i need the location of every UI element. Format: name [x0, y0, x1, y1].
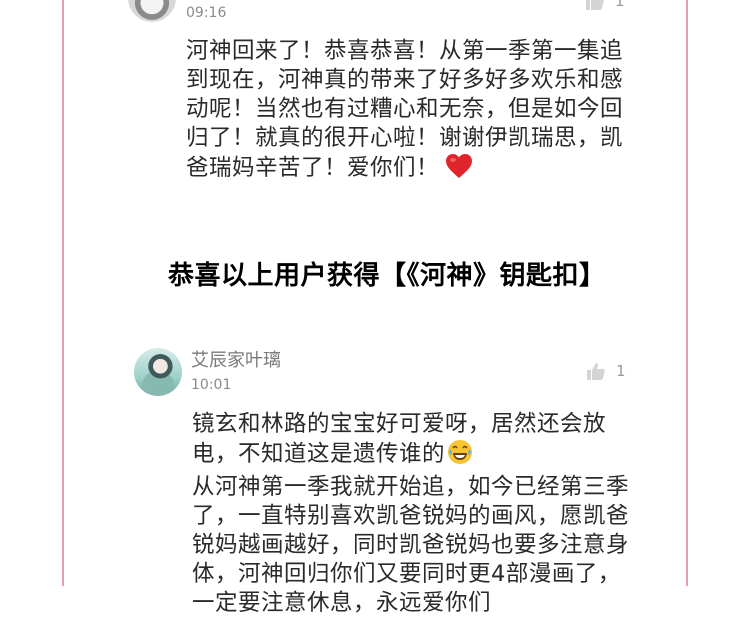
- comment-body-part2: 从河神第一季我就开始追，如今已经第三季了，一直特别喜欢凯爸锐妈的画风，愿凯爸锐妈…: [192, 474, 630, 616]
- avatar[interactable]: [134, 348, 182, 396]
- like-count: 1: [616, 362, 626, 380]
- comment-text: 河神回来了！恭喜恭喜！从第一季第一集追到现在，河神真的带来了好多好多欢乐和感动呢…: [186, 37, 636, 187]
- username[interactable]: 艾辰家叶璃: [191, 346, 281, 372]
- comment-text: 镜玄和林路的宝宝好可爱呀，居然还会放电，不知道这是遗传谁的从河神第一季我就开始追…: [192, 410, 642, 618]
- comment-time: 10:01: [191, 377, 232, 393]
- like-count: 1: [615, 0, 625, 10]
- thumbs-up-icon: [585, 0, 605, 11]
- thumbs-up-icon: [586, 361, 606, 381]
- like-button[interactable]: 1: [585, 0, 625, 11]
- heart-icon: [445, 153, 473, 187]
- laughing-tears-icon: [447, 439, 473, 473]
- frame-border-right: [686, 0, 688, 586]
- comment-time: 09:16: [186, 5, 227, 21]
- comment-body-part1: 镜玄和林路的宝宝好可爱呀，居然还会放电，不知道这是遗传谁的: [192, 411, 607, 467]
- avatar[interactable]: [128, 0, 176, 22]
- comment-body: 河神回来了！恭喜恭喜！从第一季第一集追到现在，河神真的带来了好多好多欢乐和感动呢…: [186, 38, 624, 181]
- prize-announcement: 恭喜以上用户获得【《河神》钥匙扣】: [168, 261, 606, 291]
- like-button[interactable]: 1: [586, 361, 626, 381]
- frame-border-left: [62, 0, 64, 586]
